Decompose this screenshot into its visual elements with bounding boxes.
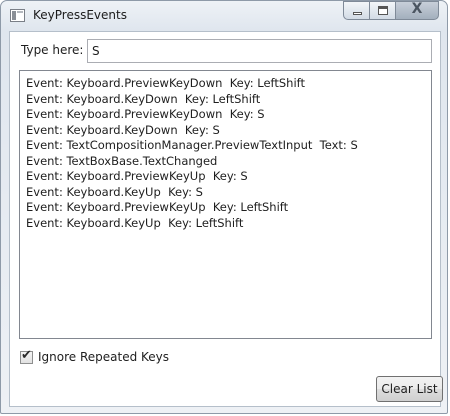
caption-buttons: X: [343, 1, 439, 20]
event-list-item[interactable]: Event: Keyboard.PreviewKeyUp Key: LeftSh…: [26, 200, 431, 216]
event-list-item[interactable]: Event: Keyboard.PreviewKeyDown Key: Left…: [26, 76, 431, 92]
app-window: KeyPressEvents X Type here: Event: Keybo…: [0, 0, 448, 414]
event-list[interactable]: Event: Keyboard.PreviewKeyDown Key: Left…: [19, 70, 432, 339]
event-list-item[interactable]: Event: Keyboard.PreviewKeyDown Key: S: [26, 107, 431, 123]
ignore-repeated-keys-option[interactable]: ✔ Ignore Repeated Keys: [20, 347, 170, 364]
event-list-item[interactable]: Event: Keyboard.KeyDown Key: S: [26, 123, 431, 139]
event-list-item[interactable]: Event: Keyboard.KeyUp Key: S: [26, 185, 431, 201]
ignore-repeated-keys-label: Ignore Repeated Keys: [38, 350, 170, 364]
checkmark-icon: ✔: [21, 347, 32, 363]
close-button[interactable]: X: [395, 1, 439, 20]
event-list-item[interactable]: Event: Keyboard.KeyDown Key: LeftShift: [26, 92, 431, 108]
maximize-button[interactable]: [369, 1, 395, 20]
event-list-item[interactable]: Event: TextBoxBase.TextChanged: [26, 154, 431, 170]
minimize-button[interactable]: [343, 1, 369, 20]
ignore-repeated-keys-checkbox[interactable]: ✔: [20, 347, 33, 364]
event-list-item[interactable]: Event: Keyboard.KeyUp Key: LeftShift: [26, 216, 431, 232]
type-here-input[interactable]: [87, 39, 432, 63]
type-here-label: Type here:: [21, 43, 84, 57]
close-icon: X: [411, 1, 423, 17]
client-area: Type here: Event: Keyboard.PreviewKeyDow…: [9, 31, 443, 407]
event-list-item[interactable]: Event: TextCompositionManager.PreviewTex…: [26, 138, 431, 154]
event-list-item[interactable]: Event: Keyboard.PreviewKeyUp Key: S: [26, 169, 431, 185]
maximize-icon: [378, 6, 388, 15]
window-title: KeyPressEvents: [33, 8, 127, 22]
title-bar[interactable]: KeyPressEvents X: [1, 1, 447, 31]
minimize-icon: [353, 12, 362, 15]
clear-list-button[interactable]: Clear List: [376, 376, 443, 402]
app-window-icon[interactable]: [10, 9, 25, 22]
